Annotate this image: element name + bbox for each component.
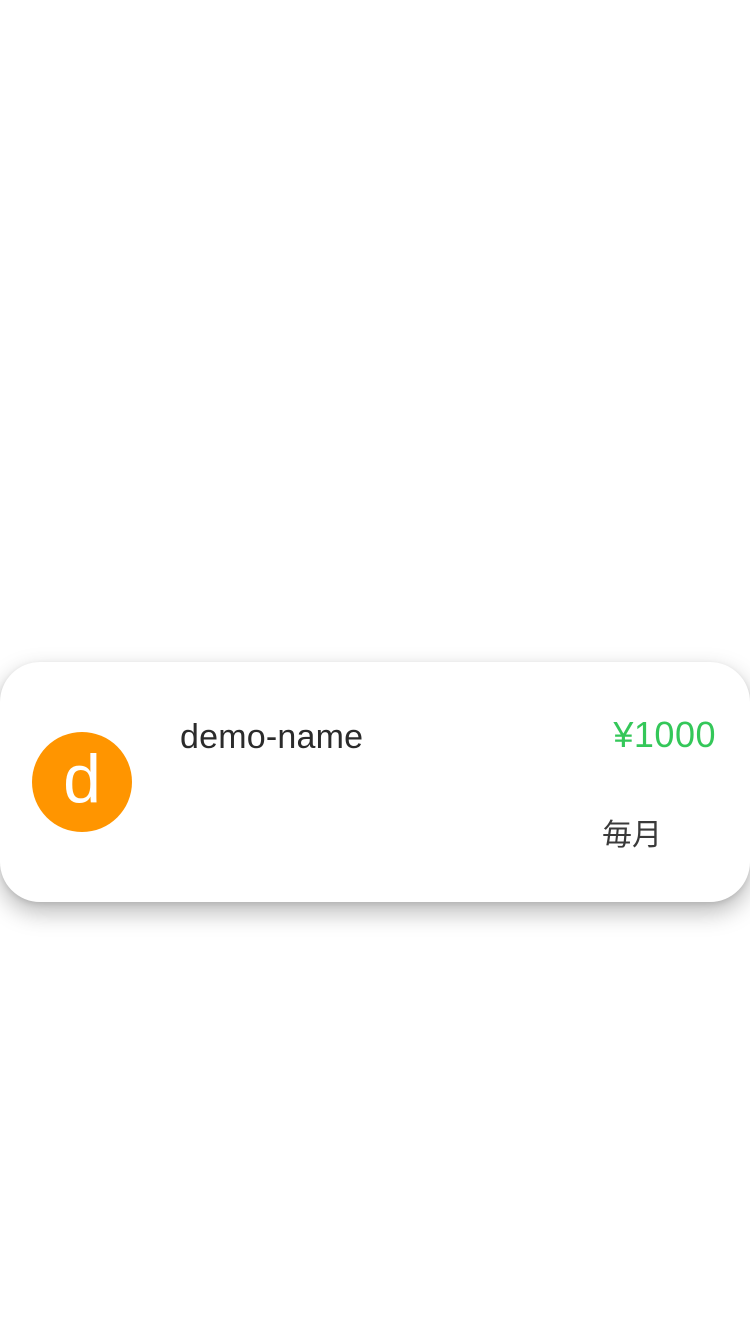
subscription-amount: ¥1000: [613, 714, 716, 755]
billing-period: 毎月: [602, 818, 662, 853]
avatar: d: [32, 732, 132, 832]
subscription-card[interactable]: d demo-name ¥1000 毎月: [0, 662, 750, 902]
subscription-name: demo-name: [180, 718, 364, 756]
avatar-letter: d: [63, 741, 101, 817]
